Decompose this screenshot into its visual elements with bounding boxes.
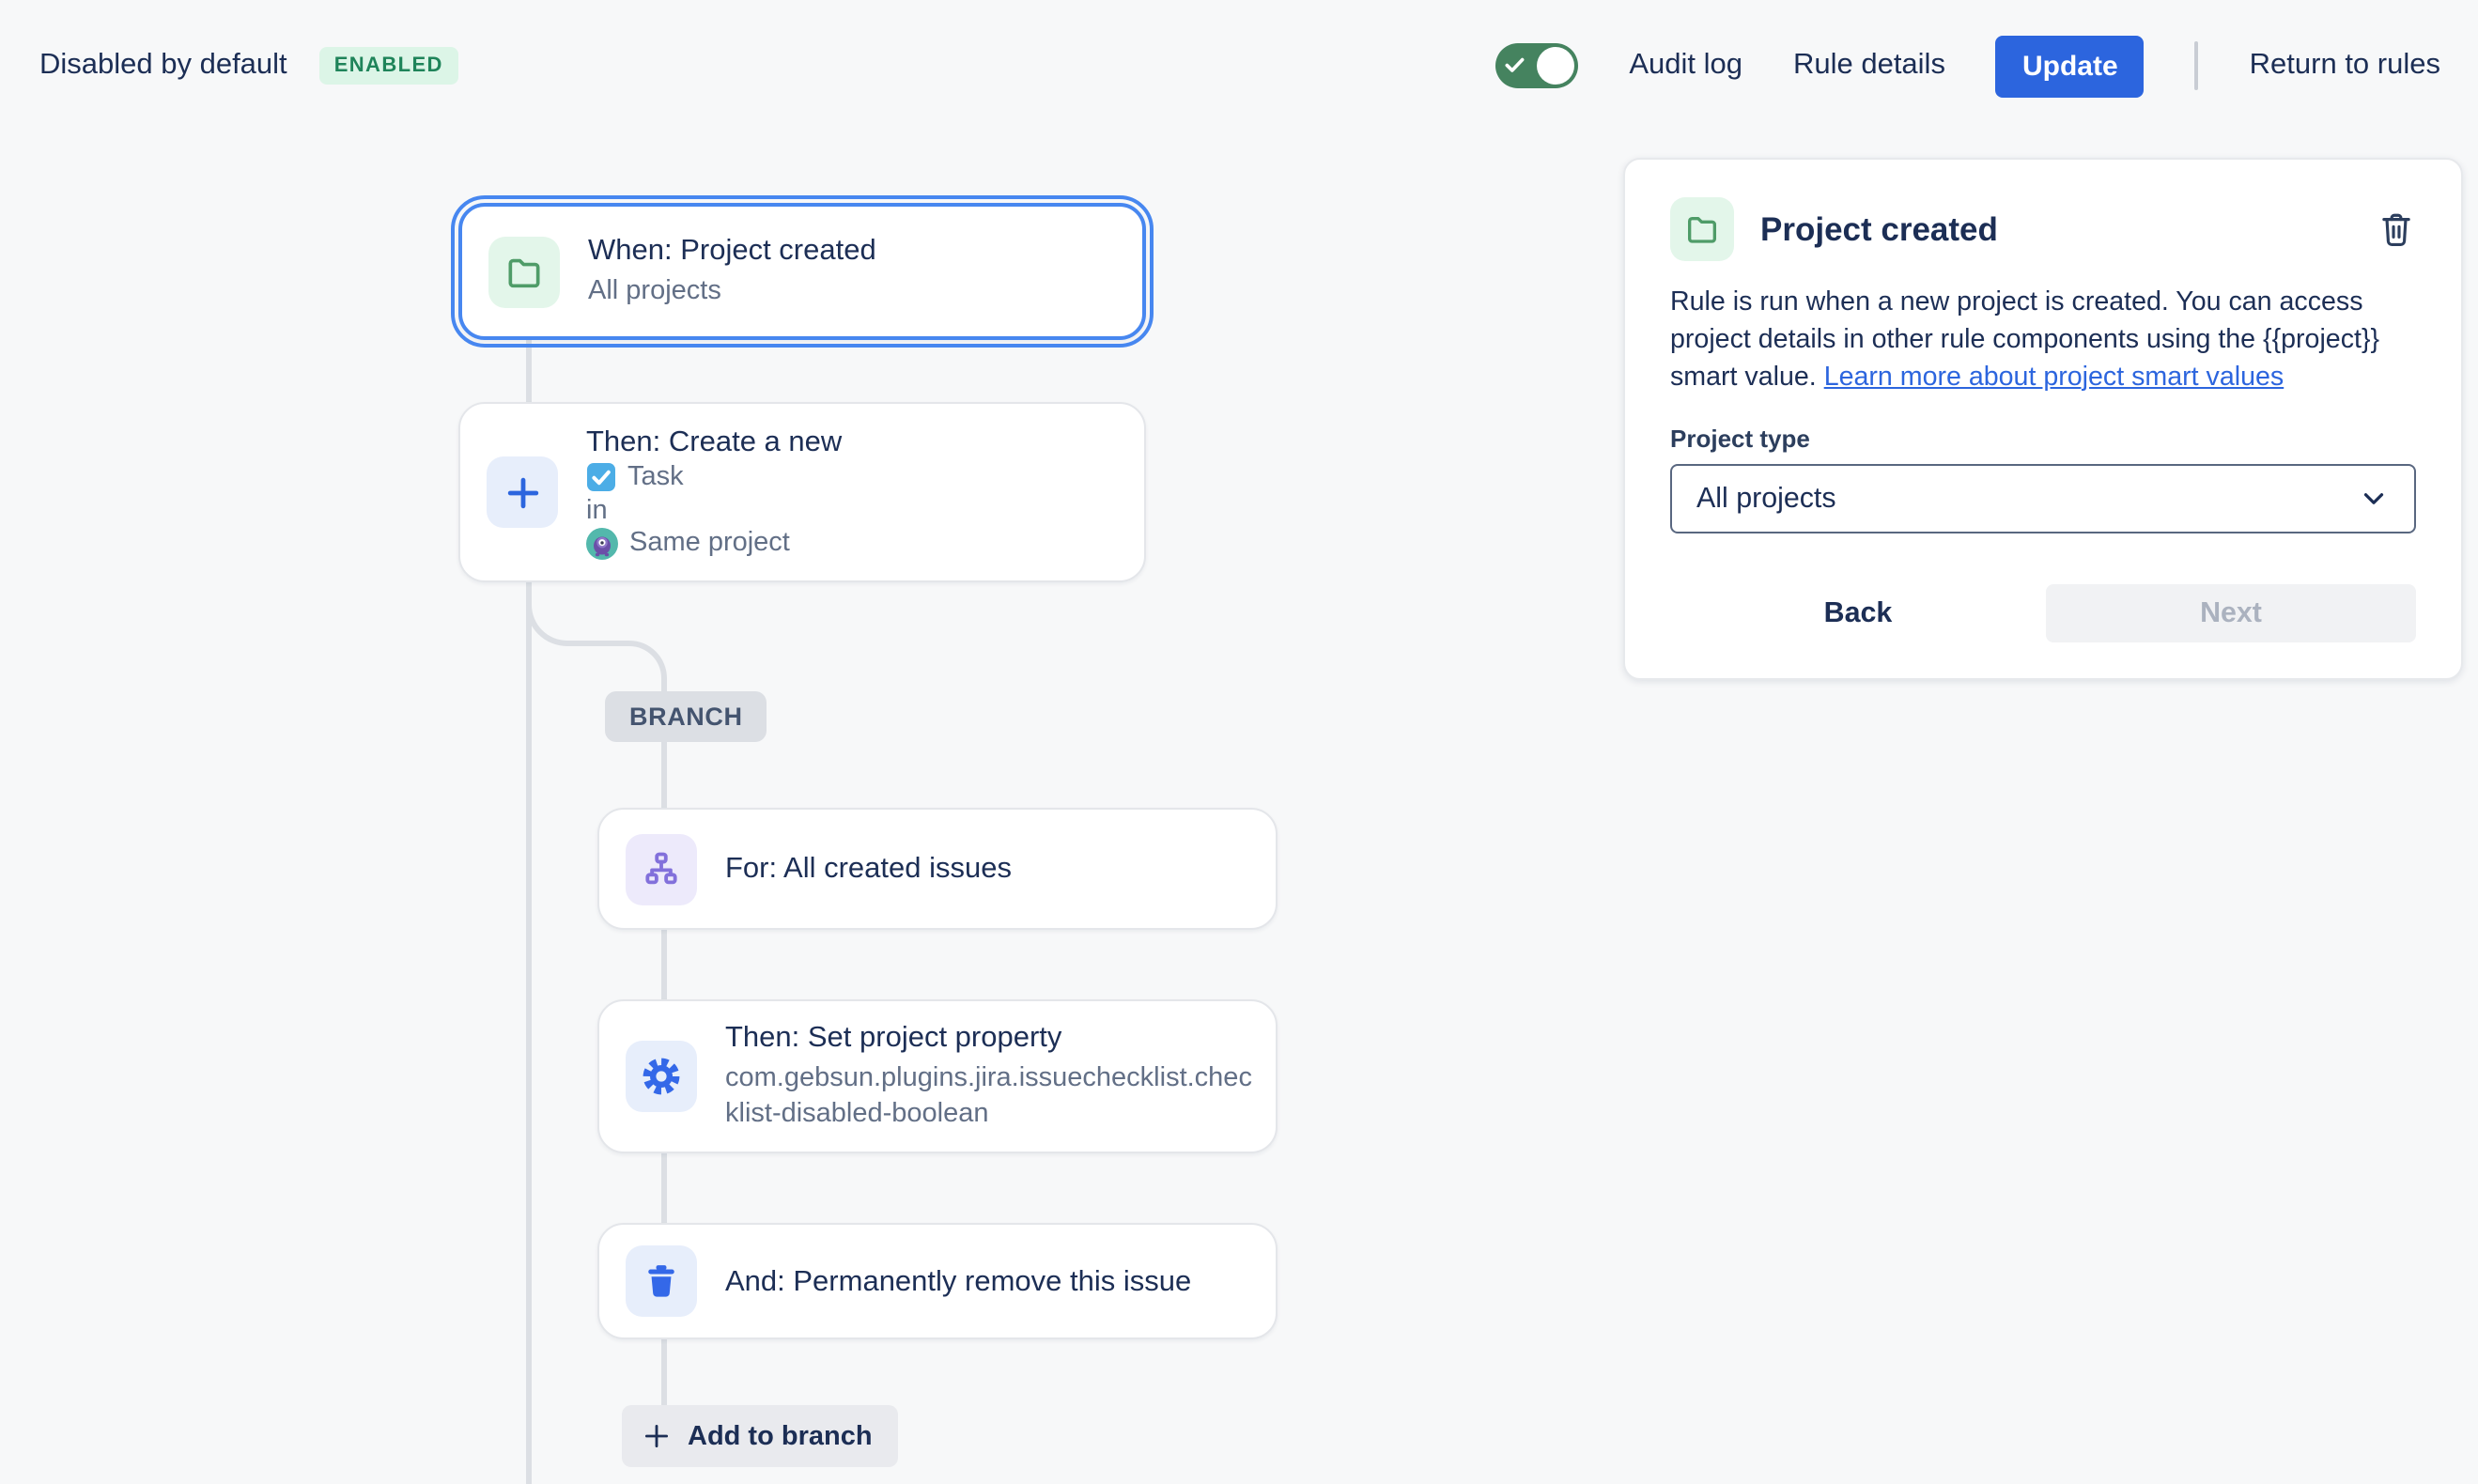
project-type-value: All projects <box>1696 484 2358 516</box>
chevron-down-icon <box>2358 484 2390 516</box>
plus-icon <box>641 1420 673 1452</box>
folder-icon <box>488 236 560 307</box>
status-badge: ENABLED <box>319 47 458 85</box>
branch-for-title: For: All created issues <box>725 851 1012 887</box>
plus-icon <box>487 456 558 528</box>
check-icon <box>1503 53 1527 77</box>
panel-header: Project created <box>1670 197 2416 261</box>
trash-icon <box>626 1245 697 1317</box>
create-title: Then: Create a new <box>586 424 842 459</box>
topbar-left: Disabled by default ENABLED <box>39 47 458 85</box>
trigger-config-panel: Project created Rule is run when a new p… <box>1623 158 2463 680</box>
add-to-branch-label: Add to branch <box>688 1421 873 1451</box>
folder-icon <box>1670 197 1734 261</box>
back-button[interactable]: Back <box>1670 596 2046 632</box>
automation-rule-builder: Disabled by default ENABLED Audit log Ru… <box>0 0 2478 1484</box>
hierarchy-icon <box>626 833 697 904</box>
branch-tag: BRANCH <box>605 691 767 742</box>
panel-footer: Back Next <box>1670 585 2416 643</box>
update-button[interactable]: Update <box>1996 35 2145 97</box>
project-avatar <box>586 527 618 559</box>
trigger-subtitle: All projects <box>588 274 876 310</box>
issue-type-label: Task <box>627 459 684 495</box>
branch-card-for-created-issues[interactable]: For: All created issues <box>597 808 1278 930</box>
topbar-right: Audit log Rule details Update Return to … <box>1495 34 2440 98</box>
panel-title: Project created <box>1760 209 2350 249</box>
rule-details-button[interactable]: Rule details <box>1793 49 1945 83</box>
smart-values-link[interactable]: Learn more about project smart values <box>1824 362 2284 392</box>
panel-description: Rule is run when a new project is create… <box>1670 286 2416 397</box>
audit-log-button[interactable]: Audit log <box>1629 49 1742 83</box>
add-to-branch-button[interactable]: Add to branch <box>622 1405 899 1467</box>
toggle-knob <box>1537 47 1574 85</box>
delete-trigger-icon[interactable] <box>2377 209 2416 249</box>
target-project-label: Same project <box>629 525 790 561</box>
rule-enabled-toggle[interactable] <box>1495 43 1578 88</box>
trigger-card-project-created[interactable]: When: Project created All projects <box>458 203 1146 340</box>
topbar-divider <box>2195 41 2199 90</box>
project-type-select[interactable]: All projects <box>1670 465 2416 534</box>
branch-card-remove-issue[interactable]: And: Permanently remove this issue <box>597 1223 1278 1339</box>
next-button[interactable]: Next <box>2046 585 2416 643</box>
in-label: in <box>586 495 842 525</box>
gear-icon <box>626 1041 697 1112</box>
branch-card-set-project-property[interactable]: Then: Set project property com.gebsun.pl… <box>597 999 1278 1153</box>
return-to-rules-button[interactable]: Return to rules <box>2250 49 2440 83</box>
project-type-label: Project type <box>1670 425 2416 454</box>
rule-name: Disabled by default <box>39 49 287 83</box>
remove-issue-title: And: Permanently remove this issue <box>725 1263 1191 1299</box>
task-type-icon <box>586 462 616 492</box>
set-property-title: Then: Set project property <box>725 1019 1257 1055</box>
trigger-title: When: Project created <box>588 233 876 269</box>
action-card-create-task[interactable]: Then: Create a new Task in Same project <box>458 402 1146 582</box>
branch-elbow-connector <box>525 594 576 646</box>
set-property-key: com.gebsun.plugins.jira.issuechecklist.c… <box>725 1060 1257 1134</box>
